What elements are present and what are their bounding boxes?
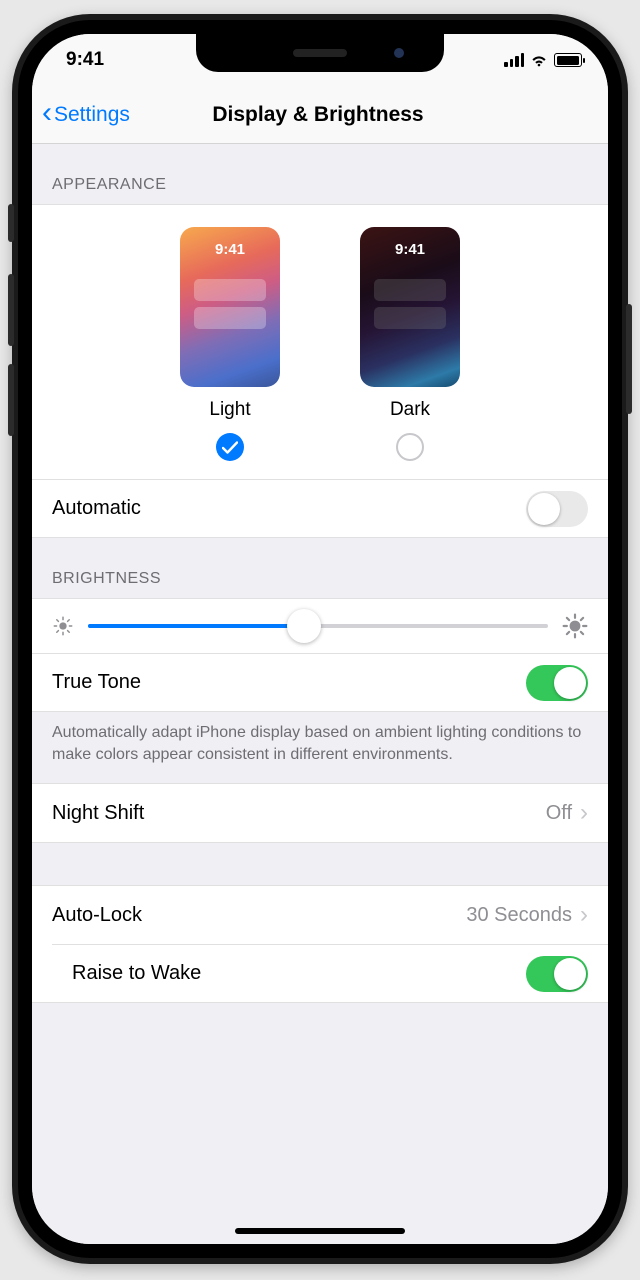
dark-mode-radio[interactable]: [396, 433, 424, 461]
page-title: Display & Brightness: [212, 103, 423, 127]
light-mode-label: Light: [209, 399, 250, 421]
light-mode-thumbnail: 9:41: [180, 227, 280, 387]
brightness-slider[interactable]: [88, 624, 548, 628]
dark-mode-thumbnail: 9:41: [360, 227, 460, 387]
auto-lock-value: 30 Seconds: [466, 904, 572, 927]
notch: [196, 34, 444, 72]
night-shift-row[interactable]: Night Shift Off ›: [32, 784, 608, 842]
true-tone-switch[interactable]: [526, 665, 588, 701]
back-label: Settings: [54, 103, 130, 127]
auto-lock-label: Auto-Lock: [52, 904, 142, 927]
section-header-brightness: Brightness: [32, 538, 608, 598]
raise-to-wake-row[interactable]: Raise to Wake: [52, 944, 608, 1002]
navigation-bar: ‹ Settings Display & Brightness: [32, 86, 608, 144]
checkmark-icon: [222, 441, 238, 454]
home-indicator[interactable]: [235, 1228, 405, 1234]
appearance-option-light[interactable]: 9:41 Light: [180, 227, 280, 461]
chevron-left-icon: ‹: [42, 98, 52, 128]
auto-lock-row[interactable]: Auto-Lock 30 Seconds ›: [32, 886, 608, 944]
phone-frame: 9:41 ‹ Settings Display & Brightness App…: [12, 14, 628, 1264]
cellular-signal-icon: [504, 53, 524, 67]
brightness-slider-row[interactable]: [32, 599, 608, 653]
true-tone-description: Automatically adapt iPhone display based…: [32, 712, 608, 783]
dark-mode-label: Dark: [390, 399, 430, 421]
raise-to-wake-switch[interactable]: [526, 956, 588, 992]
raise-to-wake-label: Raise to Wake: [72, 962, 201, 985]
sun-high-icon: [562, 613, 588, 639]
true-tone-row[interactable]: True Tone: [32, 653, 608, 711]
automatic-row[interactable]: Automatic: [32, 479, 608, 537]
sun-low-icon: [52, 615, 74, 637]
battery-icon: [554, 53, 582, 67]
light-mode-radio[interactable]: [216, 433, 244, 461]
night-shift-value: Off: [546, 802, 572, 825]
night-shift-label: Night Shift: [52, 802, 144, 825]
section-header-appearance: Appearance: [32, 144, 608, 204]
chevron-right-icon: ›: [580, 799, 588, 827]
wifi-icon: [530, 53, 548, 67]
automatic-label: Automatic: [52, 497, 141, 520]
true-tone-label: True Tone: [52, 671, 141, 694]
chevron-right-icon: ›: [580, 901, 588, 929]
appearance-option-dark[interactable]: 9:41 Dark: [360, 227, 460, 461]
back-button[interactable]: ‹ Settings: [42, 101, 130, 128]
automatic-switch[interactable]: [526, 491, 588, 527]
status-time: 9:41: [66, 49, 104, 71]
